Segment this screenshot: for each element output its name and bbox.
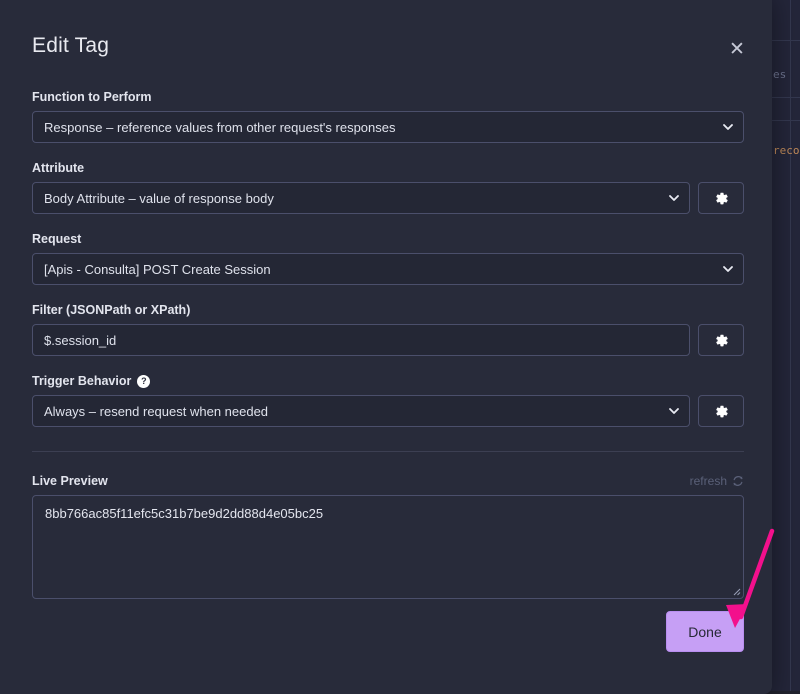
background-grid-line bbox=[770, 120, 800, 121]
gear-icon-trigger-settings[interactable] bbox=[698, 395, 744, 427]
gear-icon-filter-settings[interactable] bbox=[698, 324, 744, 356]
resize-handle-icon[interactable] bbox=[729, 584, 741, 596]
live-preview-value: 8bb766ac85f11efc5c31b7be9d2dd88d4e05bc25 bbox=[45, 506, 324, 521]
field-function-to-perform: Function to Perform Response – reference… bbox=[32, 90, 744, 143]
field-label-text: Function to Perform bbox=[32, 90, 152, 104]
field-label-text: Request bbox=[32, 232, 82, 246]
field-request: Request [Apis - Consulta] POST Create Se… bbox=[32, 232, 744, 285]
help-circle-icon[interactable]: ? bbox=[137, 374, 151, 388]
live-preview-header: Live Preview refresh bbox=[32, 474, 744, 488]
chevron-down-icon bbox=[723, 122, 733, 132]
refresh-icon bbox=[732, 475, 744, 487]
select-trigger-behavior[interactable]: Always – resend request when needed bbox=[32, 395, 690, 427]
background-grid-line bbox=[770, 40, 800, 41]
select-value: Always – resend request when needed bbox=[44, 403, 269, 419]
field-label-trigger-behavior: Trigger Behavior ? bbox=[32, 374, 744, 388]
live-preview-label: Live Preview bbox=[32, 474, 108, 488]
field-filter: Filter (JSONPath or XPath) $.session_id bbox=[32, 303, 744, 356]
gear-icon-attribute-settings[interactable] bbox=[698, 182, 744, 214]
refresh-button[interactable]: refresh bbox=[690, 474, 744, 488]
done-button[interactable]: Done bbox=[666, 611, 744, 652]
background-text-fragment: reco bbox=[773, 144, 800, 157]
select-attribute[interactable]: Body Attribute – value of response body bbox=[32, 182, 690, 214]
page-title: Edit Tag bbox=[32, 34, 110, 57]
refresh-label: refresh bbox=[689, 474, 727, 488]
edit-tag-form: Function to Perform Response – reference… bbox=[32, 90, 744, 599]
control-row-request: [Apis - Consulta] POST Create Session bbox=[32, 253, 744, 285]
filter-input-value: $.session_id bbox=[44, 332, 117, 348]
select-function-to-perform[interactable]: Response – reference values from other r… bbox=[32, 111, 744, 143]
gear-icon bbox=[715, 405, 728, 417]
control-row-trigger-behavior: Always – resend request when needed bbox=[32, 395, 744, 427]
control-row-function-to-perform: Response – reference values from other r… bbox=[32, 111, 744, 143]
control-row-attribute: Body Attribute – value of response body bbox=[32, 182, 744, 214]
field-label-request: Request bbox=[32, 232, 744, 246]
live-preview-textarea[interactable]: 8bb766ac85f11efc5c31b7be9d2dd88d4e05bc25 bbox=[32, 495, 744, 599]
field-label-attribute: Attribute bbox=[32, 161, 744, 175]
chevron-down-icon bbox=[669, 406, 679, 416]
chevron-down-icon bbox=[723, 264, 733, 274]
field-label-text: Trigger Behavior bbox=[32, 374, 132, 388]
select-value: Body Attribute – value of response body bbox=[44, 190, 274, 206]
chevron-down-icon bbox=[669, 193, 679, 203]
field-label-text: Attribute bbox=[32, 161, 85, 175]
filter-input[interactable]: $.session_id bbox=[32, 324, 690, 356]
modal-footer: Done bbox=[32, 611, 744, 652]
field-label-filter: Filter (JSONPath or XPath) bbox=[32, 303, 744, 317]
control-row-filter: $.session_id bbox=[32, 324, 744, 356]
select-request[interactable]: [Apis - Consulta] POST Create Session bbox=[32, 253, 744, 285]
background-grid-line bbox=[790, 0, 791, 691]
background-text-fragment: es bbox=[773, 68, 787, 81]
edit-tag-modal: Edit Tag ✕ Function to Perform Response … bbox=[0, 0, 772, 694]
field-attribute: Attribute Body Attribute – value of resp… bbox=[32, 161, 744, 214]
gear-icon bbox=[715, 192, 728, 204]
select-value: [Apis - Consulta] POST Create Session bbox=[44, 261, 271, 277]
field-label-text: Filter (JSONPath or XPath) bbox=[32, 303, 191, 317]
live-preview-section: Live Preview refresh 8bb766ac85f11efc5c3… bbox=[32, 474, 744, 599]
section-divider bbox=[32, 451, 744, 452]
select-value: Response – reference values from other r… bbox=[44, 119, 396, 135]
field-label-function-to-perform: Function to Perform bbox=[32, 90, 744, 104]
field-trigger-behavior: Trigger Behavior ? Always – resend reque… bbox=[32, 374, 744, 427]
close-icon[interactable]: ✕ bbox=[722, 34, 752, 64]
gear-icon bbox=[715, 334, 728, 346]
background-grid-line bbox=[770, 97, 800, 98]
